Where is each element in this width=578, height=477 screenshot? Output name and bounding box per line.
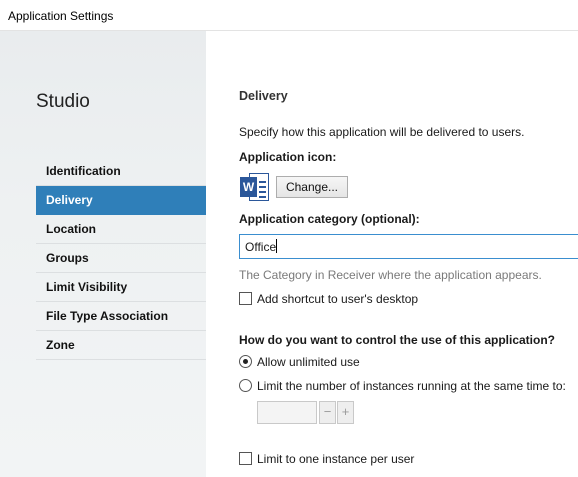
allow-unlimited-radio[interactable]: Allow unlimited use xyxy=(239,354,360,370)
sidebar-item-zone[interactable]: Zone xyxy=(36,331,206,360)
sidebar-item-groups[interactable]: Groups xyxy=(36,244,206,273)
allow-unlimited-label: Allow unlimited use xyxy=(257,355,360,369)
page-title: Delivery xyxy=(239,89,288,103)
sidebar-item-delivery[interactable]: Delivery xyxy=(36,186,216,215)
sidebar-item-file-type-association[interactable]: File Type Association xyxy=(36,302,206,331)
sidebar-item-location[interactable]: Location xyxy=(36,215,206,244)
limit-instances-radio[interactable]: Limit the number of instances running at… xyxy=(239,378,566,394)
decrement-button[interactable]: − xyxy=(319,401,336,424)
word-icon: W xyxy=(240,172,270,202)
instance-count-input[interactable] xyxy=(257,401,317,424)
one-instance-label: Limit to one instance per user xyxy=(257,452,415,466)
title-bar: Application Settings xyxy=(0,0,578,31)
checkbox-icon xyxy=(239,452,252,465)
increment-button[interactable]: + xyxy=(337,401,354,424)
add-shortcut-label: Add shortcut to user's desktop xyxy=(257,292,419,306)
radio-unselected-icon xyxy=(239,379,252,392)
application-icon-label: Application icon: xyxy=(239,150,337,164)
category-input[interactable]: Office xyxy=(239,234,578,259)
control-question: How do you want to control the use of th… xyxy=(239,333,555,347)
sidebar-brand: Studio xyxy=(36,91,90,112)
sidebar-nav: Identification Delivery Location Groups … xyxy=(36,157,216,360)
intro-text: Specify how this application will be del… xyxy=(239,125,525,139)
category-label: Application category (optional): xyxy=(239,212,420,226)
word-letter-badge: W xyxy=(240,177,257,197)
category-input-value: Office xyxy=(245,240,277,254)
add-shortcut-checkbox[interactable]: Add shortcut to user's desktop xyxy=(239,291,418,307)
one-instance-checkbox[interactable]: Limit to one instance per user xyxy=(239,451,414,467)
limit-instances-label: Limit the number of instances running at… xyxy=(257,379,566,393)
sidebar: Studio Identification Delivery Location … xyxy=(0,31,216,477)
change-icon-button[interactable]: Change... xyxy=(276,176,348,198)
window-title: Application Settings xyxy=(8,9,114,23)
radio-selected-icon xyxy=(239,355,252,368)
delivery-panel: Delivery Specify how this application wi… xyxy=(206,31,578,477)
category-hint: The Category in Receiver where the appli… xyxy=(239,268,542,282)
sidebar-item-limit-visibility[interactable]: Limit Visibility xyxy=(36,273,206,302)
text-caret xyxy=(276,239,278,253)
checkbox-icon xyxy=(239,292,252,305)
sidebar-item-identification[interactable]: Identification xyxy=(36,157,206,186)
